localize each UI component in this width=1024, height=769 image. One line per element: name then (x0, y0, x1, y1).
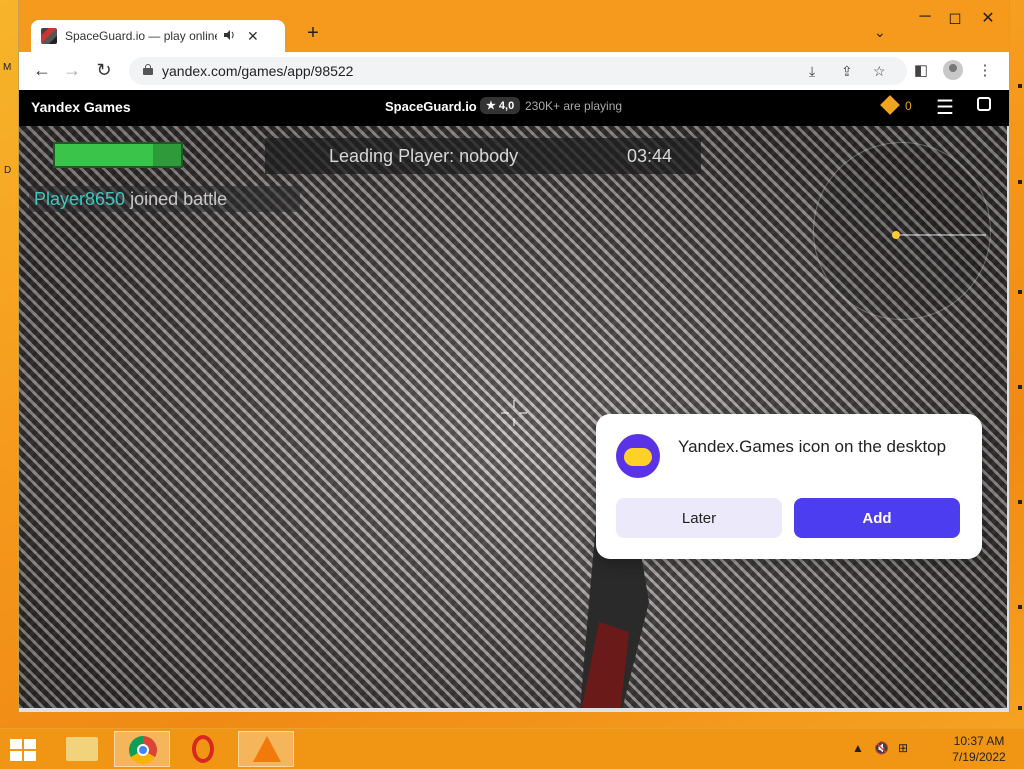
health-fill (55, 144, 154, 166)
forward-button[interactable]: → (61, 60, 83, 81)
browser-window: SpaceGuard.io — play online ✕ + ⌄ ─ ◻ ✕ … (18, 0, 1010, 712)
add-to-desktop-popup: Yandex.Games icon on the desktop Later A… (596, 414, 982, 559)
radar-player-dot (892, 231, 900, 239)
system-clock[interactable]: 10:37 AM 7/19/2022 (944, 733, 1014, 765)
clock-date: 7/19/2022 (952, 750, 1006, 764)
taskbar-vlc[interactable] (238, 731, 294, 767)
desktop-label-m: M (3, 62, 12, 73)
killfeed-action: joined battle (130, 189, 228, 209)
desktop-edge-marker (1018, 500, 1022, 504)
new-tab-button[interactable]: + (301, 22, 325, 45)
players-count: 230K+ are playing (525, 99, 623, 113)
vlc-icon (253, 736, 281, 762)
rating-badge: ★ 4,0 (480, 97, 521, 114)
tray-overflow-chevron-icon[interactable]: ▲ (852, 741, 864, 755)
reload-button[interactable]: ↻ (93, 60, 115, 81)
opera-icon (192, 735, 214, 763)
hamburger-menu-icon[interactable]: ☰ (936, 95, 954, 120)
leaderboard-banner: Leading Player: nobody 03:44 (265, 138, 701, 174)
leading-player-text: Leading Player: nobody (329, 146, 519, 166)
taskbar-chrome[interactable] (114, 731, 170, 767)
yandex-games-logo[interactable]: Yandex Games (31, 99, 131, 115)
coin-count[interactable]: 0 (905, 99, 912, 113)
lock-icon[interactable] (143, 64, 153, 75)
browser-toolbar: ← → ↻ yandex.com/games/app/98522 ⤓ ⇪ ☆ ◧… (19, 52, 1009, 91)
folder-icon (66, 737, 98, 761)
start-windows-icon[interactable] (10, 739, 38, 761)
desktop-edge-marker (1018, 180, 1022, 184)
desktop-edge-marker (1018, 605, 1022, 609)
tab-search-chevron-icon[interactable]: ⌄ (874, 24, 886, 41)
bookmark-star-icon[interactable]: ☆ (873, 63, 886, 80)
volume-muted-icon[interactable]: 🔇 (874, 741, 889, 755)
match-timer: 03:44 (627, 146, 673, 166)
add-button[interactable]: Add (794, 498, 960, 538)
taskbar-opera[interactable] (176, 731, 232, 767)
desktop-edge-marker (1018, 706, 1022, 710)
profile-avatar[interactable] (943, 60, 963, 80)
tab-strip: SpaceGuard.io — play online ✕ + ⌄ ─ ◻ ✕ (19, 0, 1009, 52)
close-window-button[interactable]: ✕ (974, 8, 1002, 28)
maximize-window-button[interactable]: ◻ (941, 8, 969, 28)
back-button[interactable]: ← (31, 60, 53, 81)
clock-time: 10:37 AM (953, 734, 1005, 748)
popup-title: Yandex.Games icon on the desktop (678, 437, 947, 456)
windows-taskbar: ▲ 🔇 ⊞ 10:37 AM 7/19/2022 (0, 728, 1024, 769)
tab-title: SpaceGuard.io — play online (65, 29, 217, 43)
speaker-icon[interactable] (223, 29, 235, 44)
url-text[interactable]: yandex.com/games/app/98522 (162, 63, 353, 79)
fullscreen-icon[interactable] (977, 97, 991, 111)
desktop-edge-marker (1018, 290, 1022, 294)
network-icon[interactable]: ⊞ (898, 741, 908, 755)
share-icon[interactable]: ⇪ (841, 63, 853, 80)
killfeed-player-name: Player8650 (34, 189, 126, 209)
coin-icon (880, 95, 900, 115)
gamepad-icon (616, 434, 660, 478)
taskbar-file-explorer[interactable] (54, 731, 110, 767)
address-bar[interactable]: yandex.com/games/app/98522 ⤓ ⇪ ☆ (129, 57, 907, 85)
tab-spaceguard[interactable]: SpaceGuard.io — play online ✕ (31, 20, 285, 52)
browser-menu-icon[interactable]: ⋮ (975, 61, 995, 79)
chrome-icon (129, 736, 157, 764)
minimap-radar (813, 142, 991, 320)
close-tab-icon[interactable]: ✕ (247, 28, 259, 45)
minimize-window-button[interactable]: ─ (911, 8, 939, 26)
crosshair-icon (501, 400, 527, 426)
game-title: SpaceGuard.io (385, 99, 477, 114)
later-button[interactable]: Later (616, 498, 782, 538)
desktop-label-d: D (4, 165, 12, 176)
yandex-games-header: Yandex Games SpaceGuard.io ★ 4,0 230K+ a… (19, 90, 1009, 126)
game-favicon-icon (41, 28, 57, 44)
kill-feed-entry: Player8650 joined battle (29, 186, 300, 212)
radar-view-line (900, 234, 986, 236)
desktop-edge-marker (1018, 385, 1022, 389)
install-app-icon[interactable]: ⤓ (809, 63, 815, 80)
desktop-edge-marker (1018, 84, 1022, 88)
health-bar (53, 142, 183, 168)
side-panel-icon[interactable]: ◧ (911, 61, 931, 79)
